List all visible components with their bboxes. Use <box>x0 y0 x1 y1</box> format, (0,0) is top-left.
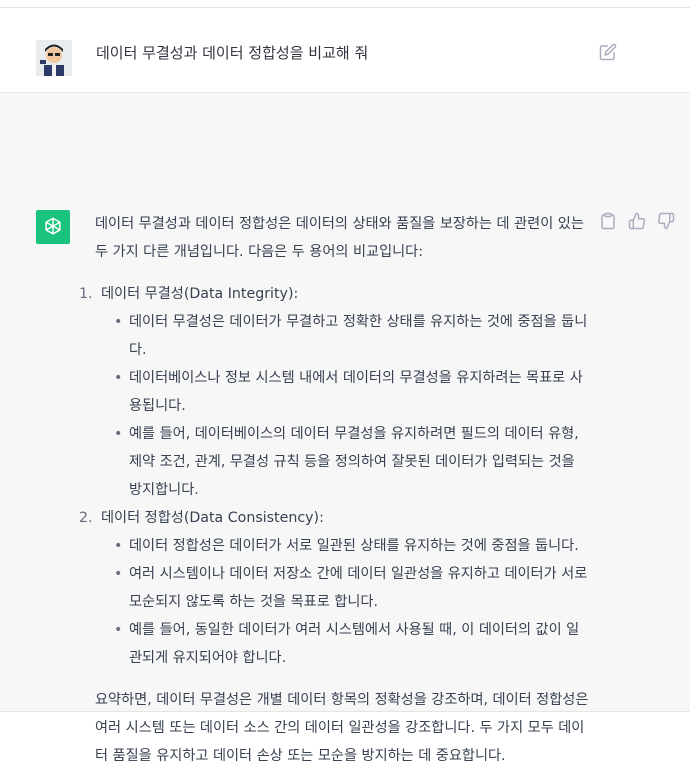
user-message-row: 데이터 무결성과 데이터 정합성을 비교해 줘 <box>0 8 690 93</box>
list-item: 1. 데이터 무결성(Data Integrity): 데이터 무결성은 데이터… <box>79 280 590 504</box>
list-item: 2. 데이터 정합성(Data Consistency): 데이터 정합성은 데… <box>79 504 590 672</box>
assistant-message-row: 데이터 무결성과 데이터 정합성은 데이터의 상태와 품질을 보장하는 데 관련… <box>0 93 690 764</box>
openai-logo-icon <box>36 210 70 244</box>
intro-paragraph: 데이터 무결성과 데이터 정합성은 데이터의 상태와 품질을 보장하는 데 관련… <box>95 216 584 260</box>
clipboard-icon[interactable] <box>599 212 617 230</box>
comparison-list: 1. 데이터 무결성(Data Integrity): 데이터 무결성은 데이터… <box>79 280 590 672</box>
bullet-item: 예를 들어, 동일한 데이터가 여러 시스템에서 사용될 때, 이 데이터의 값… <box>114 616 590 672</box>
bullet-item: 데이터 무결성은 데이터가 무결하고 정확한 상태를 유지하는 것에 중점을 둡… <box>114 308 590 364</box>
bullet-list: 데이터 무결성은 데이터가 무결하고 정확한 상태를 유지하는 것에 중점을 둡… <box>101 308 590 504</box>
section-title: 데이터 무결성(Data Integrity): <box>101 286 299 302</box>
user-message-text: 데이터 무결성과 데이터 정합성을 비교해 줘 <box>96 44 369 62</box>
bullet-item: 여러 시스템이나 데이터 저장소 간에 데이터 일관성을 유지하고 데이터가 서… <box>114 560 590 616</box>
edit-icon[interactable] <box>599 43 617 61</box>
assistant-message-content: 데이터 무결성과 데이터 정합성은 데이터의 상태와 품질을 보장하는 데 관련… <box>79 210 590 770</box>
list-number: 2. <box>79 510 93 526</box>
bullet-item: 데이터베이스나 정보 시스템 내에서 데이터의 무결성을 유지하려는 목표로 사… <box>114 364 590 420</box>
bullet-item: 데이터 정합성은 데이터가 서로 일관된 상태를 유지하는 것에 중점을 둡니다… <box>114 532 590 560</box>
bullet-item: 예를 들어, 데이터베이스의 데이터 무결성을 유지하려면 필드의 데이터 유형… <box>114 420 590 504</box>
bullet-list: 데이터 정합성은 데이터가 서로 일관된 상태를 유지하는 것에 중점을 둡니다… <box>101 532 590 672</box>
section-title: 데이터 정합성(Data Consistency): <box>101 510 324 526</box>
message-actions <box>599 212 675 230</box>
list-number: 1. <box>79 286 93 302</box>
top-border <box>0 0 690 8</box>
user-avatar <box>36 40 72 76</box>
summary-paragraph: 요약하면, 데이터 무결성은 개별 데이터 항목의 정확성을 강조하며, 데이터… <box>95 692 589 764</box>
thumbs-down-icon[interactable] <box>657 212 675 230</box>
thumbs-up-icon[interactable] <box>628 212 646 230</box>
